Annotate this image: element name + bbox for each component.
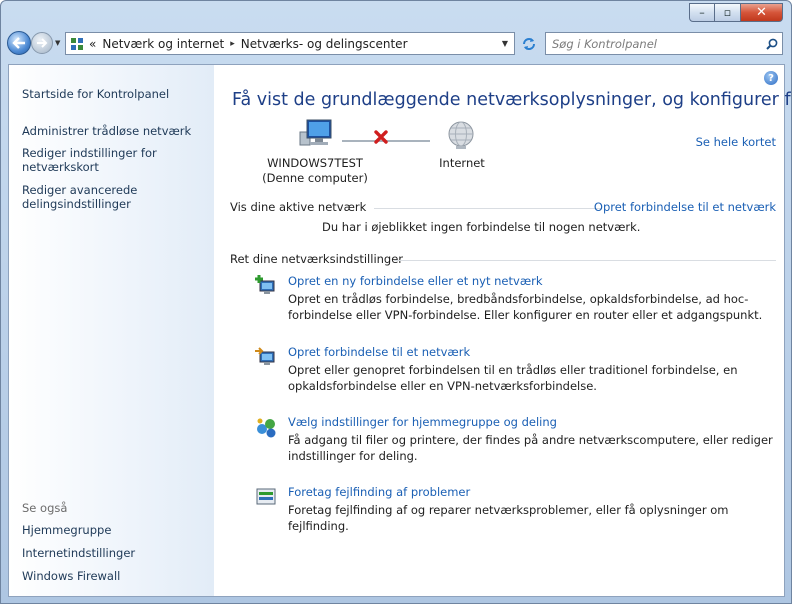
navigation-bar: ▼ « Netværk og internet ▸ Netværks- og d… [1, 29, 791, 59]
maximize-icon: ▫ [723, 6, 732, 19]
sidebar-item-homegroup[interactable]: Hjemmegruppe [22, 523, 111, 537]
task-troubleshoot: Foretag fejlfinding af problemer Foretag… [254, 485, 784, 533]
forward-button[interactable] [31, 32, 53, 54]
search-input[interactable]: Søg i Kontrolpanel [546, 37, 762, 51]
task-link-homegroup[interactable]: Vælg indstillinger for hjemmegruppe og d… [288, 415, 557, 429]
client-area: Startside for Kontrolpanel Administrer t… [8, 64, 791, 597]
refresh-icon [522, 37, 535, 50]
computer-name-label: WINDOWS7TEST (Denne computer) [259, 156, 371, 186]
task-link-troubleshoot[interactable]: Foretag fejlfinding af problemer [288, 485, 470, 499]
search-icon[interactable] [762, 38, 782, 50]
sidebar-item-manage-wireless[interactable]: Administrer trådløse netværk [22, 124, 191, 138]
address-dropdown-icon[interactable]: ▼ [502, 39, 508, 48]
computer-icon[interactable] [298, 118, 334, 148]
divider [394, 260, 776, 261]
help-icon[interactable]: ? [764, 71, 778, 85]
forward-arrow-icon [37, 38, 48, 48]
search-box[interactable]: Søg i Kontrolpanel [545, 32, 783, 55]
back-button[interactable] [7, 31, 31, 55]
task-pane: Startside for Kontrolpanel Administrer t… [9, 65, 214, 596]
computer-subtitle: (Denne computer) [262, 171, 368, 185]
sidebar-item-windows-firewall[interactable]: Windows Firewall [22, 569, 120, 583]
breadcrumb-network-internet[interactable]: Netværk og internet [102, 37, 224, 51]
active-networks-heading: Vis dine aktive netværk [230, 200, 367, 214]
homegroup-icon [257, 418, 276, 438]
connect-to-network-link[interactable]: Opret forbindelse til et netværk [594, 200, 776, 214]
see-full-map-link[interactable]: Se hele kortet [696, 135, 776, 149]
close-icon: ✕ [756, 5, 767, 20]
task-description: Opret en trådløs forbindelse, bredbåndsf… [288, 292, 763, 322]
minimize-icon: – [699, 6, 705, 19]
task-link-connect-network[interactable]: Opret forbindelse til et netværk [288, 345, 470, 359]
task-description: Opret eller genopret forbindelsen til en… [288, 363, 738, 393]
back-arrow-icon [12, 37, 25, 49]
address-prefix[interactable]: « [89, 37, 96, 51]
recent-pages-dropdown[interactable]: ▼ [55, 39, 60, 47]
computer-name: WINDOWS7TEST [267, 156, 363, 170]
minimize-button[interactable]: – [689, 3, 715, 22]
connect-network-icon [255, 347, 275, 365]
task-new-connection: Opret en ny forbindelse eller et nyt net… [254, 274, 784, 324]
caption-buttons: – ▫ ✕ [689, 3, 783, 22]
new-connection-icon [255, 275, 275, 294]
task-connect-network: Opret forbindelse til et netværk Opret e… [254, 345, 784, 395]
divider [374, 208, 602, 209]
troubleshoot-icon [256, 488, 276, 505]
explorer-window: – ▫ ✕ ▼ « Netværk og internet ▸ Netværks… [0, 0, 792, 604]
sidebar-item-advanced-sharing[interactable]: Rediger avancerede delingsindstillinger [22, 183, 172, 211]
no-connection-message: Du har i øjeblikket ingen forbindelse ti… [322, 220, 641, 234]
close-button[interactable]: ✕ [741, 3, 783, 22]
main-content: ? Få vist de grundlæggende netværksoplys… [214, 65, 791, 596]
task-link-new-connection[interactable]: Opret en ny forbindelse eller et nyt net… [288, 274, 543, 288]
sidebar-item-control-panel-home[interactable]: Startside for Kontrolpanel [22, 87, 169, 101]
sidebar-item-internet-options[interactable]: Internetindstillinger [22, 546, 135, 560]
internet-label: Internet [439, 156, 485, 170]
sidebar-item-adapter-settings[interactable]: Rediger indstillinger for netværkskort [22, 146, 172, 174]
see-also-heading: Se også [22, 501, 68, 515]
no-connection-icon[interactable] [373, 129, 389, 145]
address-bar[interactable]: « Netværk og internet ▸ Netværks- og del… [65, 32, 515, 55]
breadcrumb-sharing-center[interactable]: Netværks- og delingscenter [241, 37, 408, 51]
task-description: Foretag fejlfinding af og reparer netvær… [288, 503, 729, 533]
network-location-icon [71, 37, 83, 50]
refresh-button[interactable] [518, 33, 539, 54]
breadcrumb-separator-icon[interactable]: ▸ [230, 39, 235, 49]
page-title: Få vist de grundlæggende netværksoplysni… [232, 90, 791, 110]
change-settings-heading: Ret dine netværksindstillinger [230, 252, 404, 266]
task-homegroup: Vælg indstillinger for hjemmegruppe og d… [254, 415, 784, 465]
task-description: Få adgang til filer og printere, der fin… [288, 433, 773, 463]
internet-globe-icon[interactable] [446, 120, 476, 150]
maximize-button[interactable]: ▫ [715, 3, 741, 22]
